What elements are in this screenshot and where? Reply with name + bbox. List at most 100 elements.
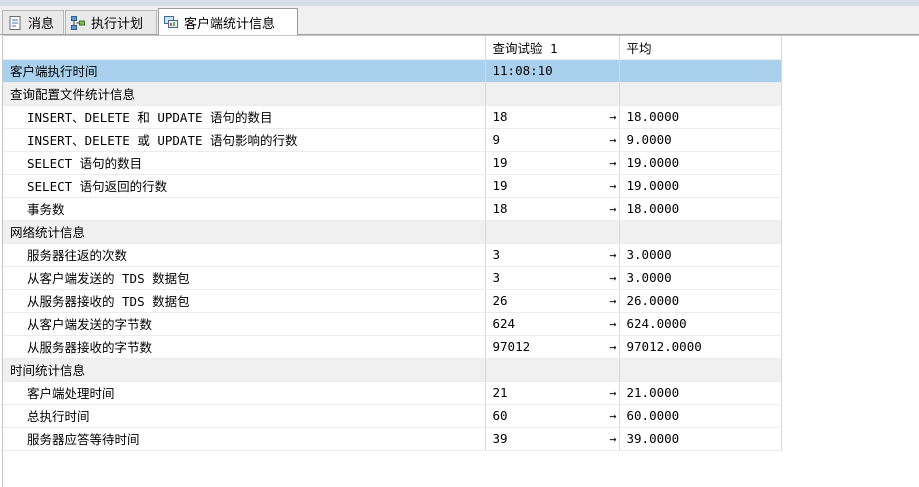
trial-1-value: 19 xyxy=(492,178,508,193)
column-header-average[interactable]: 平均 xyxy=(619,36,782,60)
row-label: 从服务器接收的 TDS 数据包 xyxy=(3,289,486,313)
row-label: INSERT、DELETE 和 UPDATE 语句的数目 xyxy=(3,105,486,129)
table-row[interactable]: 从服务器接收的字节数 97012 → 97012.0000 xyxy=(3,335,782,359)
trial-1-value: 18 xyxy=(492,201,508,216)
average-cell: 18.0000 xyxy=(619,197,782,221)
table-row[interactable]: 服务器应答等待时间 39 → 39.0000 xyxy=(3,427,782,451)
trend-arrow-icon: → xyxy=(609,247,617,262)
trial-1-cell: 19 → xyxy=(485,151,620,175)
trial-1-value: 19 xyxy=(492,155,508,170)
trial-1-value: 21 xyxy=(492,385,508,400)
trial-1-cell xyxy=(485,358,620,382)
average-cell: 60.0000 xyxy=(619,404,782,428)
trend-arrow-icon: → xyxy=(609,201,617,216)
section-row[interactable]: 时间统计信息 xyxy=(3,358,782,382)
trend-arrow-icon: → xyxy=(609,293,617,308)
trial-1-cell: 9 → xyxy=(485,128,620,152)
trend-arrow-icon: → xyxy=(609,431,617,446)
table-row[interactable]: 从客户端发送的 TDS 数据包 3 → 3.0000 xyxy=(3,266,782,290)
average-cell: 97012.0000 xyxy=(619,335,782,359)
average-cell xyxy=(619,358,782,382)
row-label: SELECT 语句返回的行数 xyxy=(3,174,486,198)
trial-1-cell xyxy=(485,82,620,106)
table-row[interactable]: 从客户端发送的字节数 624 → 624.0000 xyxy=(3,312,782,336)
trial-1-cell: 60 → xyxy=(485,404,620,428)
row-label: 查询配置文件统计信息 xyxy=(3,82,486,106)
tab-execution-plan[interactable]: 执行计划 xyxy=(65,10,157,34)
average-cell xyxy=(619,220,782,244)
client-statistics-grid: 查询试验 1 平均 客户端执行时间 11:08:10 查询配置文件统计信息 INSER… xyxy=(2,35,919,487)
row-label: 从服务器接收的字节数 xyxy=(3,335,486,359)
trial-1-value: 624 xyxy=(492,316,516,331)
trial-1-cell: 26 → xyxy=(485,289,620,313)
trend-arrow-icon: → xyxy=(609,178,617,193)
trial-1-cell: 624 → xyxy=(485,312,620,336)
row-label: 从客户端发送的 TDS 数据包 xyxy=(3,266,486,290)
trial-1-value: 97012 xyxy=(492,339,531,354)
table-row[interactable]: 从服务器接收的 TDS 数据包 26 → 26.0000 xyxy=(3,289,782,313)
trial-1-value: 26 xyxy=(492,293,508,308)
section-row[interactable]: 网络统计信息 xyxy=(3,220,782,244)
row-label: SELECT 语句的数目 xyxy=(3,151,486,175)
average-cell: 21.0000 xyxy=(619,381,782,405)
table-row[interactable]: 总执行时间 60 → 60.0000 xyxy=(3,404,782,428)
row-label: 时间统计信息 xyxy=(3,358,486,382)
trial-1-cell: 97012 → xyxy=(485,335,620,359)
average-cell xyxy=(619,82,782,106)
average-cell: 19.0000 xyxy=(619,174,782,198)
average-cell: 624.0000 xyxy=(619,312,782,336)
row-label: 服务器应答等待时间 xyxy=(3,427,486,451)
trial-1-value: 3 xyxy=(492,270,501,285)
column-header-label[interactable] xyxy=(3,36,486,60)
average-cell: 3.0000 xyxy=(619,243,782,267)
trial-1-cell: 18 → xyxy=(485,105,620,129)
statistics-rows: 客户端执行时间 11:08:10 查询配置文件统计信息 INSERT、DELETE 和… xyxy=(3,59,782,451)
row-label: 从客户端发送的字节数 xyxy=(3,312,486,336)
row-label: 事务数 xyxy=(3,197,486,221)
table-row[interactable]: 客户端执行时间 11:08:10 xyxy=(3,59,782,83)
table-row[interactable]: 事务数 18 → 18.0000 xyxy=(3,197,782,221)
table-row[interactable]: 服务器往返的次数 3 → 3.0000 xyxy=(3,243,782,267)
table-row[interactable]: SELECT 语句的数目 19 → 19.0000 xyxy=(3,151,782,175)
trial-1-cell: 3 → xyxy=(485,266,620,290)
section-row[interactable]: 查询配置文件统计信息 xyxy=(3,82,782,106)
trend-arrow-icon: → xyxy=(609,408,617,423)
row-label: 网络统计信息 xyxy=(3,220,486,244)
average-cell: 26.0000 xyxy=(619,289,782,313)
results-tab-bar: 消息 执行计划 客户端统计信息 xyxy=(0,6,919,35)
tab-client-statistics[interactable]: 客户端统计信息 xyxy=(158,8,298,35)
trend-arrow-icon: → xyxy=(609,132,617,147)
average-cell: 39.0000 xyxy=(619,427,782,451)
row-label: 服务器往返的次数 xyxy=(3,243,486,267)
trial-1-value: 9 xyxy=(492,132,501,147)
trial-1-cell: 11:08:10 xyxy=(485,59,620,83)
table-row[interactable]: INSERT、DELETE 或 UPDATE 语句影响的行数 9 → 9.0000 xyxy=(3,128,782,152)
trial-1-value: 60 xyxy=(492,408,508,423)
trend-arrow-icon: → xyxy=(609,339,617,354)
trial-1-cell: 19 → xyxy=(485,174,620,198)
average-cell: 3.0000 xyxy=(619,266,782,290)
table-row[interactable]: INSERT、DELETE 和 UPDATE 语句的数目 18 → 18.0000 xyxy=(3,105,782,129)
trial-1-cell xyxy=(485,220,620,244)
average-cell: 19.0000 xyxy=(619,151,782,175)
average-cell: 18.0000 xyxy=(619,105,782,129)
row-label: 总执行时间 xyxy=(3,404,486,428)
header-row: 查询试验 1 平均 xyxy=(3,36,782,60)
trial-1-cell: 3 → xyxy=(485,243,620,267)
table-row[interactable]: 客户端处理时间 21 → 21.0000 xyxy=(3,381,782,405)
client-statistics-icon xyxy=(163,14,179,30)
row-label: INSERT、DELETE 或 UPDATE 语句影响的行数 xyxy=(3,128,486,152)
tab-execution-plan-label: 执行计划 xyxy=(91,17,144,32)
trend-arrow-icon: → xyxy=(609,385,617,400)
row-label: 客户端执行时间 xyxy=(3,59,486,83)
average-cell: 9.0000 xyxy=(619,128,782,152)
trial-1-value: 11:08:10 xyxy=(492,63,553,78)
column-header-trial-1[interactable]: 查询试验 1 xyxy=(485,36,620,60)
trial-1-cell: 39 → xyxy=(485,427,620,451)
execution-plan-icon xyxy=(70,15,86,31)
trial-1-value: 18 xyxy=(492,109,508,124)
trend-arrow-icon: → xyxy=(609,109,617,124)
table-row[interactable]: SELECT 语句返回的行数 19 → 19.0000 xyxy=(3,174,782,198)
tab-messages[interactable]: 消息 xyxy=(2,10,64,34)
trial-1-value: 39 xyxy=(492,431,508,446)
